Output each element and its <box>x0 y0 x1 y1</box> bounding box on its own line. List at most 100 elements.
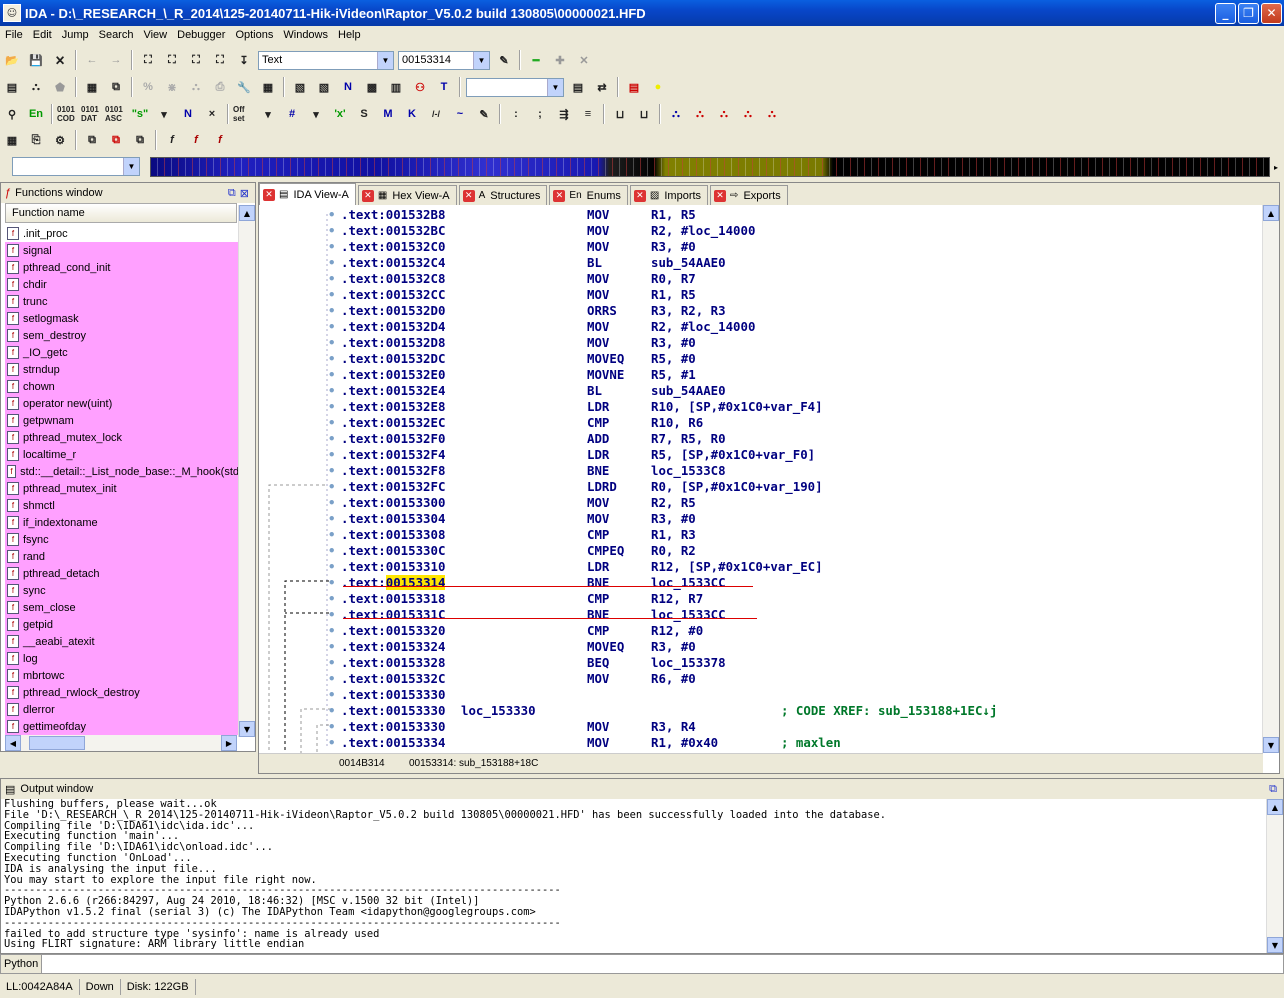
disasm-line[interactable]: • .text:00153318 CMP R12, R7 <box>328 591 703 607</box>
undefine-icon[interactable]: × <box>201 103 223 125</box>
forward-arrow-icon[interactable]: → <box>105 49 127 71</box>
tab-close-icon[interactable]: ✕ <box>361 189 374 202</box>
function-list-item[interactable]: f .init_proc <box>5 225 239 242</box>
scroll-up-icon[interactable]: ▲ <box>1267 799 1283 815</box>
scroll-down-icon[interactable]: ▼ <box>239 721 255 737</box>
menu-edit[interactable]: Edit <box>28 29 57 41</box>
disasm-line[interactable]: • .text:0015330C CMPEQ R0, R2 <box>328 543 696 559</box>
disasm-line[interactable]: • .text:00153308 CMP R1, R3 <box>328 527 696 543</box>
plus-icon[interactable]: ✚ <box>549 49 571 71</box>
function-list-item[interactable]: f pthread_cond_init <box>5 259 239 276</box>
menu-view[interactable]: View <box>138 29 172 41</box>
disasm-line[interactable]: • .text:001532F0 ADD R7, R5, R0 <box>328 431 726 447</box>
string-icon[interactable]: "s" <box>129 103 151 125</box>
close-pane-icon[interactable]: ⊠ <box>240 187 249 200</box>
text-view-icon[interactable]: ▤ <box>1 76 23 98</box>
names-icon[interactable]: ▧ <box>313 76 335 98</box>
tab-exports[interactable]: ✕ ⇨ Exports <box>710 185 788 205</box>
output-text[interactable]: Flushing buffers, please wait...ok File '… <box>4 799 1264 951</box>
menu-jump[interactable]: Jump <box>57 29 94 41</box>
tab-close-icon[interactable]: ✕ <box>462 189 475 202</box>
maximize-button[interactable]: ❐ <box>1238 2 1259 24</box>
xref-icon[interactable]: ⋇ <box>161 76 183 98</box>
function-list-item[interactable]: f getpwnam <box>5 412 239 429</box>
function-list-item[interactable]: f signal <box>5 242 239 259</box>
create-function-icon[interactable]: f <box>161 129 183 151</box>
disasm-line[interactable]: • .text:001532C8 MOV R0, R7 <box>328 271 696 287</box>
segment-combo[interactable]: Text ▼ <box>258 50 394 70</box>
search-text-icon[interactable]: ⛶ <box>161 49 183 71</box>
graph-view-icon[interactable]: ⛬ <box>25 76 47 98</box>
function-list-hscrollbar[interactable]: ◀ ▶ <box>5 735 237 751</box>
struct-var-icon[interactable]: M <box>377 103 399 125</box>
function-list-item[interactable]: f shmctl <box>5 497 239 514</box>
calculator-icon[interactable]: ▦ <box>81 76 103 98</box>
function-list-item[interactable]: f if_indextoname <box>5 514 239 531</box>
disasm-line[interactable]: • .text:001532EC CMP R10, R6 <box>328 415 703 431</box>
char-icon[interactable]: 'x' <box>329 103 351 125</box>
notes-icon[interactable]: ▤ <box>623 76 645 98</box>
flow-chart-icon[interactable]: % <box>137 76 159 98</box>
chevron-down-icon[interactable]: ▼ <box>473 51 489 69</box>
hex-view-icon[interactable]: ▧ <box>289 76 311 98</box>
disasm-line[interactable]: • .text:001532E4 BL sub_54AAE0 <box>328 383 726 399</box>
anterior-lines-icon[interactable]: ≡ <box>577 103 599 125</box>
type-icon[interactable]: T <box>433 76 455 98</box>
function-list-item[interactable]: f mbrtowc <box>5 667 239 684</box>
disasm-line[interactable]: • .text:001532DC MOVEQ R5, #0 <box>328 351 696 367</box>
disasm-line[interactable]: • .text:001532D0 ORRS R3, R2, R3 <box>328 303 726 319</box>
colon-icon[interactable]: : <box>505 103 527 125</box>
disasm-line[interactable]: • .text:001532D8 MOV R3, #0 <box>328 335 696 351</box>
highlight-pen-icon[interactable]: ✎ <box>493 49 515 71</box>
disasm-line[interactable]: • .text:00153330 MOV R3, R4 <box>328 719 696 735</box>
function-list-item[interactable]: f rand <box>5 548 239 565</box>
code-icon[interactable]: 0101 COD <box>57 103 79 125</box>
proximity-icon[interactable]: ⬟ <box>49 76 71 98</box>
bitwise-not-icon[interactable]: ~ <box>449 103 471 125</box>
function-list-item[interactable]: f pthread_mutex_lock <box>5 429 239 446</box>
chevron-down-icon[interactable]: ▼ <box>123 158 139 175</box>
address-combo[interactable]: 00153314 ▼ <box>398 50 490 70</box>
ascii-icon[interactable]: 0101 ASC <box>105 103 127 125</box>
function-list-item[interactable]: f sem_close <box>5 599 239 616</box>
search-next-icon[interactable]: ⛶ <box>185 49 207 71</box>
tab-structures[interactable]: ✕ A Structures <box>458 185 548 205</box>
function-list-item[interactable]: f localtime_r <box>5 446 239 463</box>
menu-options[interactable]: Options <box>230 29 278 41</box>
debugger-combo[interactable]: ▼ <box>466 77 564 97</box>
disasm-line[interactable]: • .text:00153324 MOVEQ R3, #0 <box>328 639 696 655</box>
number-icon[interactable]: # <box>281 103 303 125</box>
disasm-line[interactable]: • .text:00153328 BEQ loc_153378 <box>328 655 726 671</box>
call-tree-icon[interactable]: ⛬ <box>185 76 207 98</box>
search-immediate-icon[interactable]: ⛶ <box>209 49 231 71</box>
debugger-options-icon[interactable]: ▤ <box>567 76 589 98</box>
function-list-item[interactable]: f chown <box>5 378 239 395</box>
back-arrow-icon[interactable]: ← <box>81 49 103 71</box>
wrench-icon[interactable]: 🔧 <box>233 76 255 98</box>
scroll-up-icon[interactable]: ▲ <box>1263 205 1279 221</box>
sdk-icon[interactable]: ⎘ <box>25 129 47 151</box>
function-list-item[interactable]: f pthread_detach <box>5 565 239 582</box>
graph-icon[interactable]: ⧉ <box>105 76 127 98</box>
function-list-item[interactable]: f getpid <box>5 616 239 633</box>
function-list-item[interactable]: f chdir <box>5 276 239 293</box>
delete-icon[interactable]: ✕ <box>573 49 595 71</box>
struct-tree-3-icon[interactable]: ⛬ <box>713 103 735 125</box>
breakpoint-icon[interactable]: ⚇ <box>409 76 431 98</box>
minimize-button[interactable]: _ <box>1215 2 1236 24</box>
function-list-item[interactable]: f gettimeofday <box>5 718 239 735</box>
disasm-line[interactable]: • .text:00153314 BNE loc_1533CC <box>328 575 726 591</box>
function-list-item[interactable]: f trunc <box>5 293 239 310</box>
manual-operand-icon[interactable]: ✎ <box>473 103 495 125</box>
chevron-down-icon[interactable]: ▼ <box>547 78 563 96</box>
tab-close-icon[interactable]: ✕ <box>553 189 566 202</box>
calc-icon[interactable]: ▦ <box>1 129 23 151</box>
function-list-scrollbar[interactable]: ▲ ▼ <box>238 205 255 737</box>
segment-regs-icon[interactable]: ⧉ <box>105 129 127 151</box>
attach-icon[interactable]: ⇄ <box>591 76 613 98</box>
data-icon[interactable]: 0101 DAT <box>81 103 103 125</box>
struct-tree-2-icon[interactable]: ⛬ <box>689 103 711 125</box>
disasm-line[interactable]: • .text:00153320 CMP R12, #0 <box>328 623 703 639</box>
rename-icon[interactable]: N <box>177 103 199 125</box>
function-list-item[interactable]: f fsync <box>5 531 239 548</box>
